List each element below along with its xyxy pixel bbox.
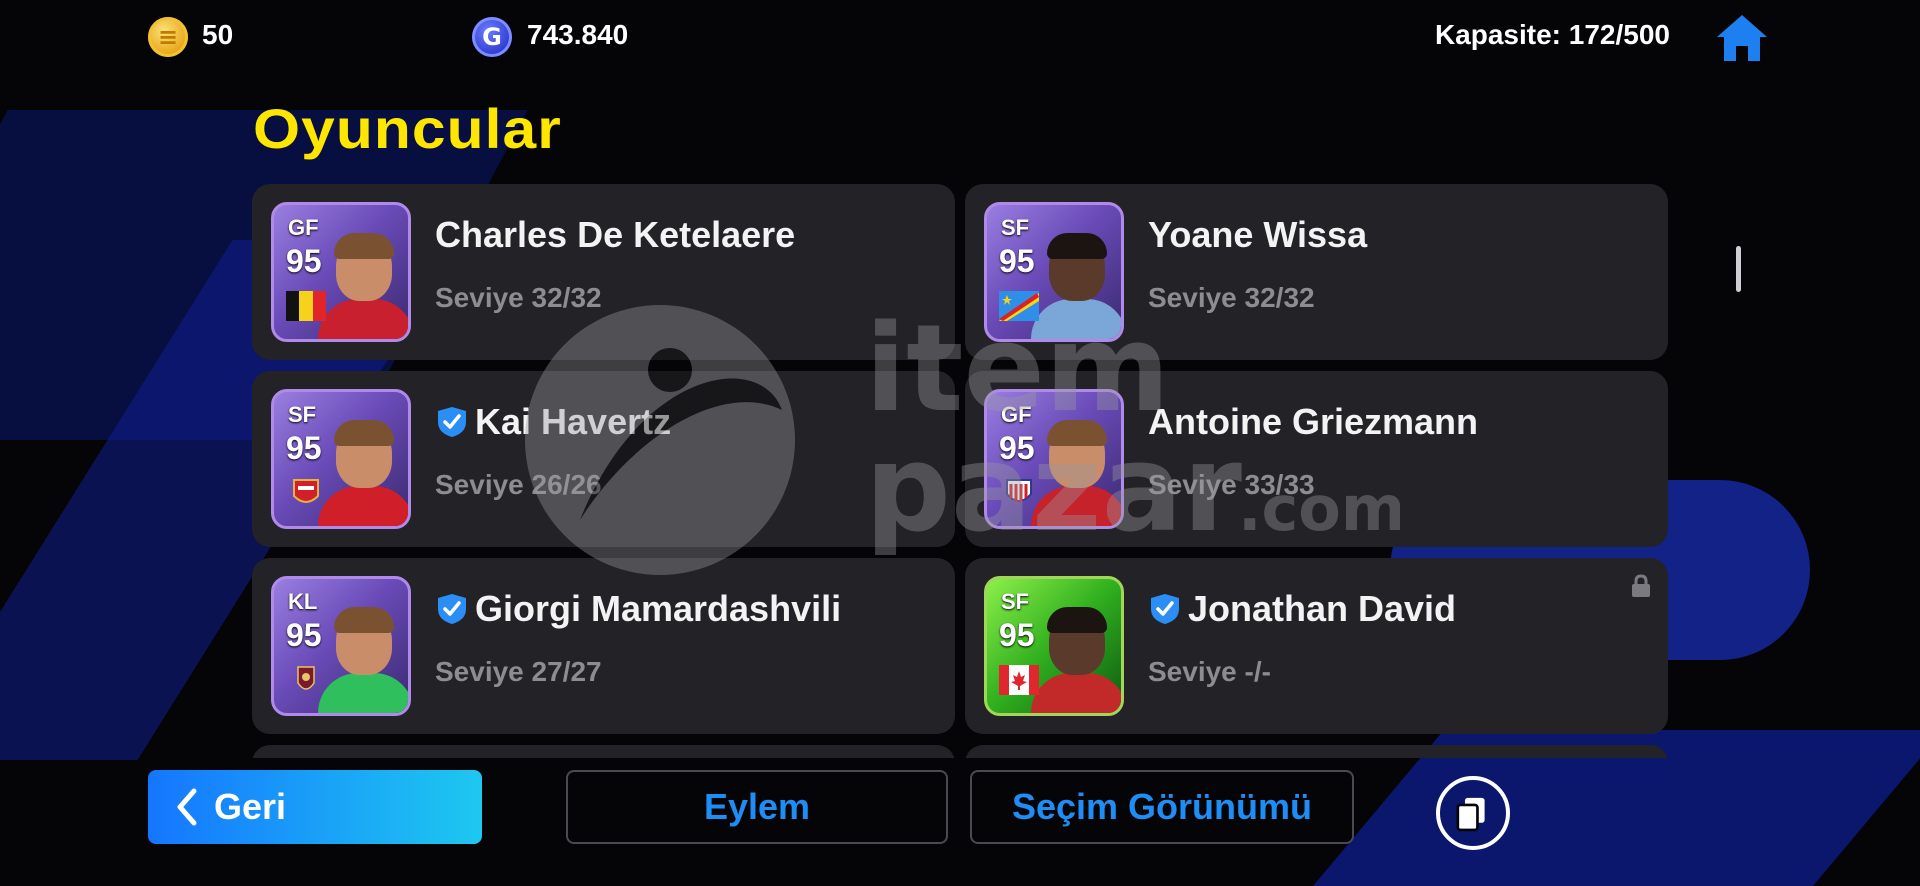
player-rating: 95 bbox=[999, 617, 1035, 653]
player-level: Seviye 33/33 bbox=[1148, 469, 1315, 500]
back-button-label: Geri bbox=[214, 786, 287, 827]
page-title: Oyuncular bbox=[253, 97, 562, 160]
verified-check-icon bbox=[438, 594, 466, 624]
atletico-crest-icon bbox=[999, 478, 1039, 508]
canada-flag-icon bbox=[999, 665, 1039, 695]
player-name-row: Giorgi Mamardashvili bbox=[435, 588, 841, 630]
player-level: Seviye 26/26 bbox=[435, 469, 602, 500]
player-card-image: SF 95 bbox=[271, 389, 411, 529]
player-position: KL bbox=[288, 589, 318, 614]
player-card[interactable]: GF 95 Antoine Griezmann Seviye 33/33 bbox=[965, 371, 1668, 547]
copy-cards-icon[interactable] bbox=[1436, 776, 1510, 850]
selection-view-button[interactable]: Seçim Görünümü bbox=[970, 770, 1354, 844]
action-button-label: Eylem bbox=[703, 786, 811, 827]
player-name-row: Charles De Ketelaere bbox=[435, 214, 795, 256]
player-rating: 95 bbox=[286, 430, 322, 466]
player-position: SF bbox=[288, 402, 317, 427]
selection-view-button-label: Seçim Görünümü bbox=[1011, 786, 1313, 827]
player-position: SF bbox=[1001, 589, 1030, 614]
player-name: Jonathan David bbox=[1188, 588, 1457, 629]
player-card-image: KL 95 bbox=[271, 576, 411, 716]
player-position: SF bbox=[1001, 215, 1030, 240]
player-name: Yoane Wissa bbox=[1148, 214, 1368, 255]
player-card[interactable]: GF 95 Charles De Ketelaere Seviye 32/32 bbox=[252, 184, 955, 360]
player-position: GF bbox=[1001, 402, 1032, 427]
player-card-image: GF 95 bbox=[984, 389, 1124, 529]
player-name-row: Kai Havertz bbox=[435, 401, 671, 443]
player-name-row: Jonathan David bbox=[1148, 588, 1456, 630]
player-level: Seviye 32/32 bbox=[1148, 282, 1315, 313]
top-bar: ≡ 50 G 743.840 Kapasite: 172/500 bbox=[0, 0, 1920, 74]
player-position: GF bbox=[288, 215, 319, 240]
back-button[interactable]: Geri bbox=[148, 770, 482, 844]
player-level: Seviye -/- bbox=[1148, 656, 1271, 687]
player-portrait bbox=[1031, 420, 1121, 526]
coin-balance: 50 bbox=[202, 19, 234, 50]
player-card[interactable]: SF 95 Kai Havertz Seviye 26/26 bbox=[252, 371, 955, 547]
player-rating: 95 bbox=[999, 243, 1035, 279]
home-icon[interactable] bbox=[1714, 12, 1770, 64]
player-card[interactable]: KL 95 Giorgi Mamardashvili Seviye 27/27 bbox=[252, 558, 955, 734]
player-level: Seviye 27/27 bbox=[435, 656, 602, 687]
player-card-partial[interactable] bbox=[252, 745, 955, 758]
player-card[interactable]: SF 95 Yoane Wissa Seviye 32/32 bbox=[965, 184, 1668, 360]
player-name: Antoine Griezmann bbox=[1148, 401, 1479, 442]
capacity-counter: Kapasite: 172/500 bbox=[1434, 19, 1670, 50]
player-level: Seviye 32/32 bbox=[435, 282, 602, 313]
gp-balance: 743.840 bbox=[527, 19, 629, 50]
player-portrait bbox=[318, 233, 408, 339]
action-button[interactable]: Eylem bbox=[566, 770, 948, 844]
player-card-image: SF 95 bbox=[984, 202, 1124, 342]
player-name: Giorgi Mamardashvili bbox=[475, 588, 842, 629]
verified-check-icon bbox=[1151, 594, 1179, 624]
player-card[interactable]: SF 95 Jonathan David Seviye -/- bbox=[965, 558, 1668, 734]
player-name-row: Antoine Griezmann bbox=[1148, 401, 1478, 443]
player-name: Charles De Ketelaere bbox=[435, 214, 796, 255]
player-rating: 95 bbox=[286, 617, 322, 653]
player-rating: 95 bbox=[286, 243, 322, 279]
liverpool-crest-icon bbox=[286, 665, 326, 695]
player-portrait bbox=[318, 607, 408, 713]
chevron-left-icon bbox=[177, 788, 197, 826]
player-portrait bbox=[318, 420, 408, 526]
lock-icon bbox=[1632, 574, 1650, 597]
belgium-flag-icon bbox=[286, 291, 326, 321]
player-portrait bbox=[1031, 233, 1121, 339]
verified-check-icon bbox=[438, 407, 466, 437]
arsenal-crest-icon bbox=[286, 478, 326, 508]
player-card-image: GF 95 bbox=[271, 202, 411, 342]
scrollbar[interactable] bbox=[1736, 246, 1741, 292]
player-card-image: SF 95 bbox=[984, 576, 1124, 716]
dr-congo-flag-icon bbox=[999, 291, 1039, 321]
player-list: GF 95 Charles De Ketelaere Seviye 32/32 SF 9… bbox=[252, 184, 1668, 758]
gold-coin-icon: ≡ bbox=[148, 17, 188, 57]
player-name-row: Yoane Wissa bbox=[1148, 214, 1367, 256]
gp-coin-icon: G bbox=[472, 17, 512, 57]
player-portrait bbox=[1031, 607, 1121, 713]
player-name: Kai Havertz bbox=[475, 401, 672, 442]
player-card-partial[interactable] bbox=[965, 745, 1668, 758]
player-rating: 95 bbox=[999, 430, 1035, 466]
